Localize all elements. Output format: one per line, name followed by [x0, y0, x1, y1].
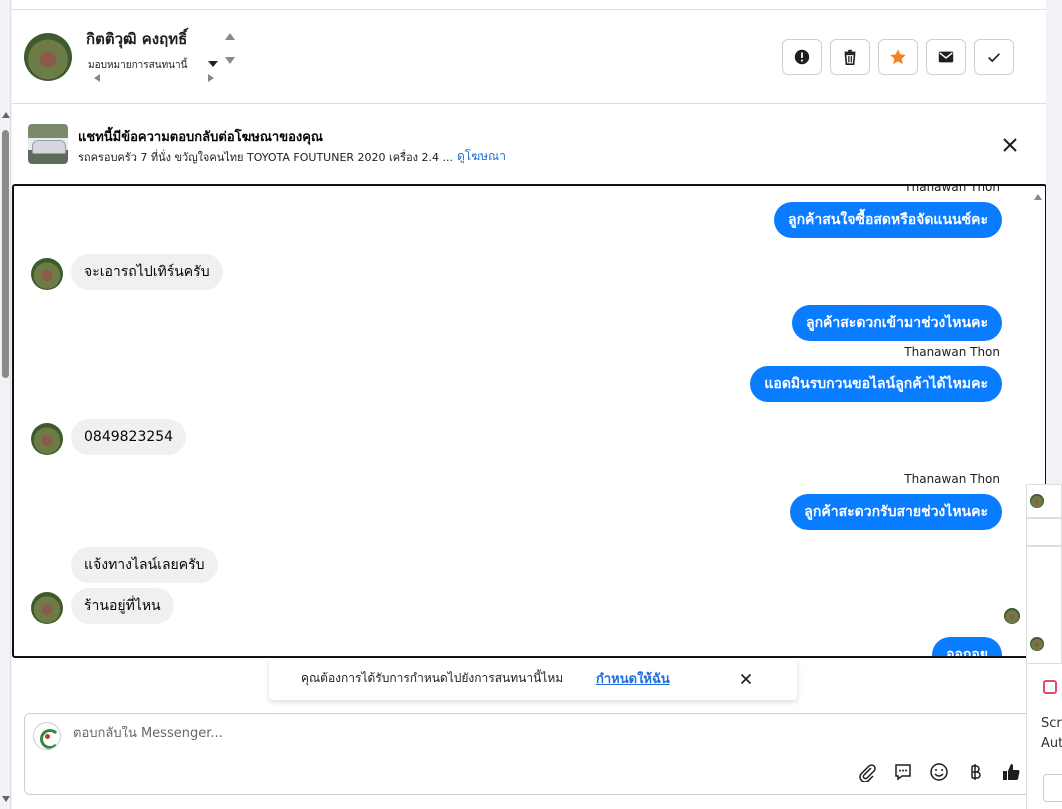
ad-thumbnail[interactable] — [28, 124, 68, 164]
outgoing-message[interactable]: แอดมินรบกวนขอไลน์ลูกค้าได้ไหมคะ — [750, 366, 1002, 402]
close-icon[interactable] — [737, 670, 755, 688]
star-icon — [890, 49, 906, 65]
reply-input[interactable] — [73, 726, 773, 741]
reply-composer — [24, 713, 1042, 795]
scrollbar-thumb[interactable] — [2, 130, 9, 378]
delete-button[interactable] — [830, 39, 870, 75]
scroll-down-arrow-icon[interactable] — [2, 796, 10, 802]
thumbs-up-icon — [1003, 764, 1020, 781]
saved-reply-icon — [895, 764, 911, 781]
paperclip-icon — [859, 764, 876, 782]
baht-icon — [971, 764, 981, 780]
seen-indicator-avatar — [1004, 608, 1020, 624]
incoming-message[interactable]: แจ้งทางไลน์เลยครับ — [71, 547, 218, 583]
view-ad-link[interactable]: ดูโฆษณา — [457, 147, 506, 166]
envelope-icon — [938, 51, 954, 63]
app-logo-icon — [1043, 680, 1057, 694]
ad-banner-title: แชทนี้มีข้อความตอบกลับต่อโฆษณาของคุณ — [78, 130, 323, 145]
outgoing-message[interactable]: ออกอย — [932, 637, 1002, 656]
incoming-message[interactable]: จะเอารถไปเทิร์นครับ — [71, 254, 223, 290]
ad-description: รถครอบครัว 7 ที่นั่ง ขวัญใจคนไทย TOYOTA … — [78, 151, 454, 164]
overlay-text: Aut — [1041, 736, 1062, 751]
scroll-up-arrow-icon[interactable] — [1034, 194, 1042, 200]
overlay-avatar — [1030, 637, 1044, 651]
payment-button[interactable] — [963, 760, 987, 784]
assign-dropdown-label[interactable]: มอบหมายการสนทนานี้ — [88, 58, 187, 73]
mark-spam-button[interactable] — [782, 39, 822, 75]
exclamation-circle-icon — [794, 49, 810, 65]
message-sender-name: Thanawan Thon — [904, 184, 1000, 194]
mark-done-button[interactable] — [974, 39, 1014, 75]
trash-icon — [844, 49, 856, 66]
overlay-window-card[interactable] — [1026, 518, 1062, 546]
customer-avatar[interactable] — [31, 258, 63, 290]
mark-unread-button[interactable] — [926, 39, 966, 75]
emoji-button[interactable] — [927, 760, 951, 784]
overlay-button[interactable] — [1043, 774, 1062, 802]
contact-name[interactable]: กิตติวุฒิ คงฤทธิ์ — [86, 27, 187, 51]
close-icon[interactable] — [1000, 135, 1020, 155]
message-thread[interactable]: Thanawan Thon ลูกค้าสนใจซื้อสดหรือจัดแนน… — [12, 184, 1047, 658]
incoming-message[interactable]: ร้านอยู่ที่ไหน — [71, 588, 174, 624]
caret-down-icon[interactable] — [208, 61, 218, 67]
like-button[interactable] — [999, 760, 1023, 784]
customer-avatar[interactable] — [31, 423, 63, 455]
scroll-down-arrow-icon[interactable] — [225, 57, 235, 64]
scroll-right-arrow-icon[interactable] — [208, 74, 214, 82]
left-scrollbar[interactable] — [0, 0, 11, 809]
customer-avatar[interactable] — [31, 592, 63, 624]
outgoing-message[interactable]: ลูกค้าสะดวกรับสายช่วงไหนคะ — [790, 494, 1002, 530]
assign-suggestion-text: คุณต้องการได้รับการกำหนดไปยังการสนทนานี้… — [301, 671, 564, 685]
assign-suggestion-toast: คุณต้องการได้รับการกำหนดไปยังการสนทนานี้… — [269, 658, 797, 700]
scroll-up-arrow-icon[interactable] — [225, 33, 235, 40]
message-sender-name: Thanawan Thon — [904, 472, 1000, 486]
conversation-panel: กิตติวุฒิ คงฤทธิ์ มอบหมายการสนทนานี้ แชท… — [12, 0, 1047, 809]
overlay-avatar — [1030, 494, 1044, 508]
incoming-message[interactable]: 0849823254 — [71, 419, 187, 455]
check-icon — [988, 53, 1000, 63]
outgoing-message[interactable]: ลูกค้าสะดวกเข้ามาช่วงไหนคะ — [791, 305, 1002, 341]
page-avatar — [33, 722, 61, 750]
overlay-text: Scre — [1041, 716, 1062, 731]
scroll-up-arrow-icon[interactable] — [2, 112, 10, 118]
message-sender-name: Thanawan Thon — [904, 345, 1000, 359]
attach-button[interactable] — [855, 760, 879, 784]
contact-avatar[interactable] — [24, 33, 72, 81]
star-button[interactable] — [878, 39, 918, 75]
assign-to-me-link[interactable]: กำหนดให้ฉัน — [596, 668, 670, 689]
conversation-header: กิตติวุฒิ คงฤทธิ์ มอบหมายการสนทนานี้ — [12, 10, 1046, 104]
overlay-screen-recorder-panel: Scre Aut — [1026, 664, 1062, 809]
outgoing-message[interactable]: ลูกค้าสนใจซื้อสดหรือจัดแนนซ์คะ — [774, 202, 1002, 238]
scroll-left-arrow-icon[interactable] — [94, 74, 100, 82]
saved-reply-button[interactable] — [891, 760, 915, 784]
emoji-icon — [930, 763, 948, 781]
ad-reply-banner: แชทนี้มีข้อความตอบกลับต่อโฆษณาของคุณ รถค… — [12, 104, 1046, 184]
